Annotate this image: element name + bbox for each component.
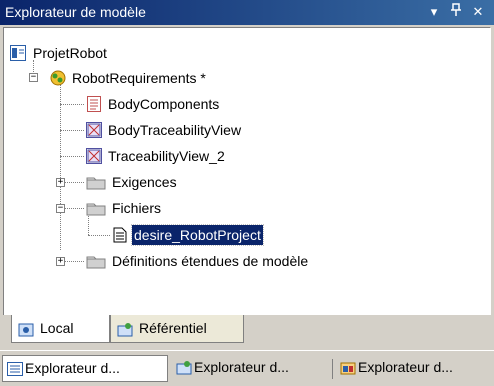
tab-referentiel-label: Référentiel <box>139 320 207 336</box>
tree-label-file-selected: desire_RobotProject <box>131 224 264 246</box>
traceability-view-icon <box>86 122 102 138</box>
tree-node-file[interactable]: desire_RobotProject <box>112 224 362 246</box>
tree-label-root: ProjetRobot <box>33 45 107 61</box>
project-icon <box>10 45 26 61</box>
model-tree: ProjetRobot − RobotRequirements * BodyCo… <box>4 28 490 316</box>
dropdown-icon[interactable]: ▾ <box>426 3 442 21</box>
document-icon <box>112 227 128 243</box>
doc-tab[interactable]: Explorateur d... <box>336 355 492 382</box>
folder-icon <box>86 253 106 269</box>
expand-icon[interactable]: + <box>56 257 65 266</box>
tree-node-model[interactable]: RobotRequirements * <box>50 68 350 88</box>
document-tabs: Explorateur d... Explorateur d... Explor… <box>0 350 494 386</box>
doc-tab[interactable]: Explorateur d... <box>172 355 330 382</box>
tree-node-item[interactable]: BodyTraceabilityView <box>86 120 336 140</box>
doc-tab-label: Explorateur d... <box>194 359 289 375</box>
tree-node-item[interactable]: TraceabilityView_2 <box>86 146 336 166</box>
model-icon <box>50 70 66 86</box>
tab-local[interactable]: Local <box>11 315 110 343</box>
diagram-icon <box>86 96 102 112</box>
doc-tab-label: Explorateur d... <box>358 359 453 375</box>
folder-icon <box>86 174 106 190</box>
local-icon <box>18 320 34 337</box>
model-explorer-panel: ProjetRobot − RobotRequirements * BodyCo… <box>3 27 491 317</box>
tree-node-root[interactable]: ProjetRobot <box>10 43 210 63</box>
tree-node-folder[interactable]: Fichiers <box>86 198 336 218</box>
explorer-icon <box>176 359 192 375</box>
tree-label-model: RobotRequirements * <box>72 70 206 86</box>
doc-tab[interactable]: Explorateur d... <box>2 355 168 382</box>
tree-label-folder: Définitions étendues de modèle <box>112 253 309 269</box>
tree-node-folder[interactable]: Exigences <box>86 172 336 192</box>
tree-label-item: BodyComponents <box>108 96 220 112</box>
tree-node-item[interactable]: BodyComponents <box>86 94 336 114</box>
explorer-icon <box>340 359 356 375</box>
tree-label-item: BodyTraceabilityView <box>108 122 242 138</box>
tab-local-label: Local <box>40 320 74 336</box>
expand-icon[interactable]: + <box>56 178 65 187</box>
doc-tab-label: Explorateur d... <box>25 360 120 376</box>
tree-label-folder: Fichiers <box>112 200 162 216</box>
tree-label-folder: Exigences <box>112 174 177 190</box>
collapse-icon[interactable]: − <box>29 73 38 82</box>
folder-open-icon <box>86 200 106 216</box>
traceability-view-icon <box>86 148 102 164</box>
repository-icon <box>117 320 133 337</box>
collapse-icon[interactable]: − <box>56 204 65 213</box>
tree-node-folder[interactable]: Définitions étendues de modèle <box>86 251 436 271</box>
explorer-icon <box>7 360 23 376</box>
tab-referentiel[interactable]: Référentiel <box>110 315 244 343</box>
panel-tabs: Local Référentiel <box>3 315 491 345</box>
panel-title: Explorateur de modèle <box>5 4 146 20</box>
panel-titlebar: Explorateur de modèle ▾ ✕ <box>0 0 494 25</box>
close-icon[interactable]: ✕ <box>470 3 486 21</box>
tree-label-item: TraceabilityView_2 <box>108 148 225 164</box>
pin-icon[interactable] <box>448 3 464 21</box>
